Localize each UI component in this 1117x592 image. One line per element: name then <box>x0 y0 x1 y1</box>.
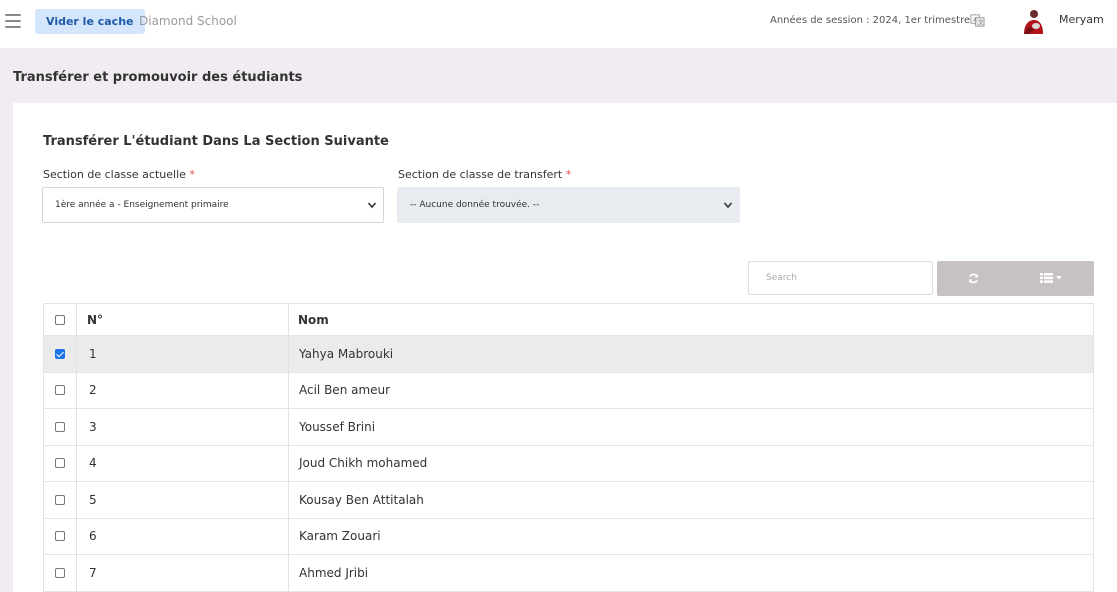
transfer-section-label: Section de classe de transfert * <box>398 168 572 181</box>
column-header-name[interactable]: Nom <box>298 313 329 327</box>
student-name: Youssef Brini <box>299 419 376 434</box>
svg-text:文: 文 <box>978 19 984 27</box>
table-row[interactable]: 2 Acil Ben ameur <box>44 372 1093 409</box>
student-name: Yahya Mabrouki <box>299 346 394 361</box>
table-header-row: N° Nom <box>44 304 1093 336</box>
select-all-checkbox[interactable] <box>55 314 65 325</box>
session-info: Années de session : 2024, 1er trimestre <box>770 15 971 26</box>
table-row[interactable]: 1 Yahya Mabrouki <box>44 336 1093 373</box>
row-number: 5 <box>89 492 97 507</box>
translate-icon[interactable]: A 文 <box>970 13 985 28</box>
row-checkbox[interactable] <box>55 348 65 359</box>
refresh-icon <box>969 273 978 284</box>
refresh-button[interactable] <box>937 261 1009 296</box>
row-checkbox[interactable] <box>55 494 65 505</box>
clear-cache-button[interactable]: Vider le cache <box>35 9 145 34</box>
top-navbar: Vider le cache Diamond School Années de … <box>0 0 1117 48</box>
row-checkbox[interactable] <box>55 567 65 578</box>
columns-list-icon <box>1040 273 1053 283</box>
student-name: Karam Zouari <box>299 529 381 544</box>
chevron-down-icon <box>723 202 733 209</box>
hamburger-icon[interactable] <box>5 14 21 28</box>
row-number: 3 <box>89 419 97 434</box>
row-checkbox[interactable] <box>55 458 65 469</box>
row-checkbox[interactable] <box>55 385 65 396</box>
card-title: Transférer L'étudiant Dans La Section Su… <box>43 134 389 149</box>
table-row[interactable]: 6 Karam Zouari <box>44 518 1093 555</box>
school-name: Diamond School <box>139 14 237 28</box>
columns-toggle-button[interactable] <box>1009 261 1094 296</box>
search-input[interactable]: Search <box>748 261 933 295</box>
students-table: N° Nom 1 Yahya Mabrouki 2 Acil Ben ameur… <box>43 303 1094 592</box>
page-title: Transférer et promouvoir des étudiants <box>13 70 303 85</box>
row-number: 4 <box>89 456 97 471</box>
table-row[interactable]: 3 Youssef Brini <box>44 409 1093 446</box>
required-mark: * <box>189 168 195 181</box>
column-header-number[interactable]: N° <box>87 313 103 327</box>
table-row[interactable]: 4 Joud Chikh mohamed <box>44 445 1093 482</box>
row-number: 2 <box>89 383 97 398</box>
current-section-select[interactable]: 1ère année a - Enseignement primaire <box>42 187 384 223</box>
student-name: Ahmed Jribi <box>299 565 369 580</box>
student-name: Acil Ben ameur <box>299 383 391 398</box>
row-checkbox[interactable] <box>55 531 65 542</box>
table-toolbar <box>937 261 1094 296</box>
current-section-label: Section de classe actuelle * <box>43 168 195 181</box>
chevron-down-icon <box>367 202 377 209</box>
svg-text:A: A <box>973 17 977 23</box>
row-number: 7 <box>89 565 97 580</box>
row-number: 6 <box>89 529 97 544</box>
student-name: Kousay Ben Attitalah <box>299 492 424 507</box>
row-number: 1 <box>89 346 97 361</box>
caret-down-icon <box>1056 276 1062 280</box>
student-name: Joud Chikh mohamed <box>299 456 428 471</box>
table-row[interactable]: 7 Ahmed Jribi <box>44 555 1093 592</box>
table-row[interactable]: 5 Kousay Ben Attitalah <box>44 482 1093 519</box>
transfer-section-select[interactable]: -- Aucune donnée trouvée. -- <box>397 187 740 223</box>
required-mark: * <box>565 168 572 181</box>
transfer-card: Transférer L'étudiant Dans La Section Su… <box>13 103 1117 592</box>
user-name[interactable]: Meryam <box>1059 13 1104 26</box>
avatar[interactable] <box>1021 8 1045 34</box>
row-checkbox[interactable] <box>55 421 65 432</box>
